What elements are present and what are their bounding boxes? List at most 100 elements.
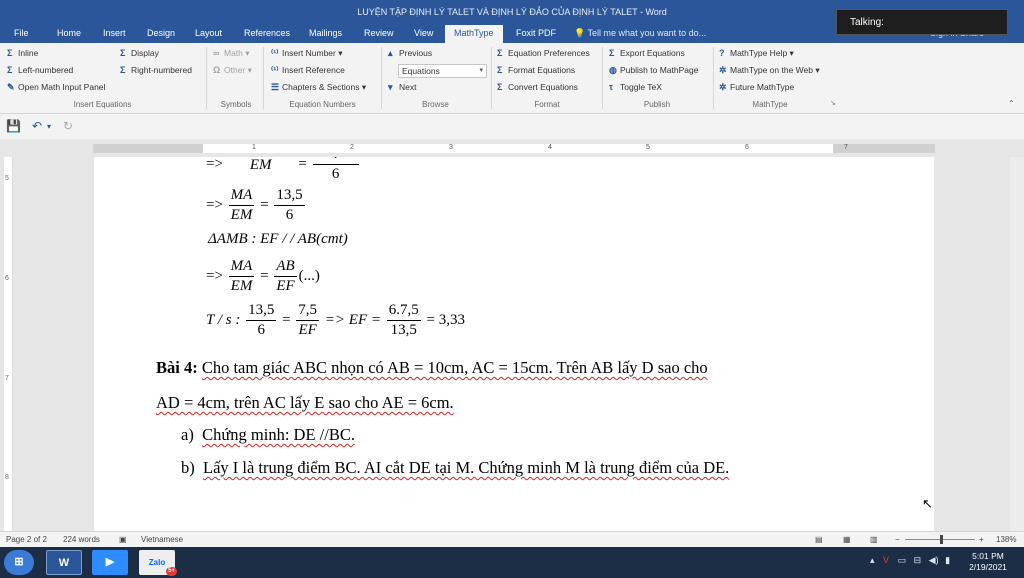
taskbar-zoom[interactable]: ▶	[92, 550, 128, 575]
tray-up-arrow-icon[interactable]: ▴	[870, 555, 875, 565]
ribbon-separator	[491, 47, 492, 109]
print-layout-icon[interactable]: ▦	[843, 535, 851, 544]
convert-equations-button[interactable]: Σ Convert Equations	[497, 82, 578, 92]
toggle-tex-button[interactable]: τ Toggle TeX	[609, 82, 662, 92]
collapse-ribbon-icon[interactable]: ⌃	[1008, 99, 1015, 108]
left-numbered-button[interactable]: Σ Left-numbered	[7, 65, 73, 75]
zoom-level[interactable]: 138%	[996, 535, 1016, 544]
clock[interactable]: 5:01 PM 2/19/2021	[962, 551, 1014, 573]
equation-2: => MA EM = 13,5 6	[206, 186, 307, 225]
inline-label: Inline	[18, 48, 39, 58]
zoom-out-icon[interactable]: −	[895, 535, 900, 544]
numerator: 7,5	[296, 301, 320, 321]
den-text: EM	[249, 157, 272, 173]
dialog-launcher-icon[interactable]: ↘	[830, 99, 836, 107]
tab-view[interactable]: View	[414, 28, 433, 38]
redo-icon[interactable]: ↻	[63, 119, 73, 133]
inline-button[interactable]: Σ Inline	[7, 48, 38, 58]
battery-icon[interactable]: ▭	[898, 555, 907, 565]
tell-me-search[interactable]: 💡 Tell me what you want to do...	[574, 28, 706, 39]
chapters-sections-button[interactable]: ☰ Chapters & Sections ▾	[271, 82, 366, 93]
math-symbols-dropdown[interactable]: ∞ Math ▾	[213, 48, 250, 59]
group-label-browse: Browse	[422, 100, 449, 109]
tab-home[interactable]: Home	[57, 28, 81, 38]
open-math-input-button[interactable]: ✎ Open Math Input Panel	[7, 82, 105, 93]
page-count[interactable]: Page 2 of 2	[6, 535, 47, 544]
taskbar: ⊞ W ▶ Zalo 5+ ▴ V ▭ ⊟ ◀) ▮ 5:01 PM 2/19/…	[0, 547, 1024, 578]
tab-insert[interactable]: Insert	[103, 28, 126, 38]
tab-foxit-pdf[interactable]: Foxit PDF	[516, 28, 556, 38]
list-marker: b)	[181, 458, 195, 477]
previous-button[interactable]: ▴ Previous	[388, 48, 432, 59]
problem-item-a: a) Chứng minh: DE //BC.	[181, 425, 355, 445]
fraction: AB EF	[274, 257, 297, 296]
tab-mailings[interactable]: Mailings	[309, 28, 342, 38]
other-symbols-dropdown[interactable]: Ω Other ▾	[213, 65, 252, 76]
tab-file[interactable]: File	[14, 28, 29, 38]
read-mode-icon[interactable]: ▤	[815, 535, 823, 544]
word-icon: W	[58, 557, 70, 569]
start-button[interactable]: ⊞	[4, 550, 34, 575]
taskbar-zalo[interactable]: Zalo 5+	[139, 550, 177, 576]
network-icon[interactable]: ⊟	[914, 555, 922, 565]
tab-references[interactable]: References	[244, 28, 290, 38]
equation-4: => MA EM = AB EF (...)	[206, 257, 320, 296]
quick-access-toolbar: 💾 ↶ ▾ ↻	[0, 114, 1024, 139]
insert-number-button[interactable]: ⁽¹⁾ Insert Number ▾	[271, 48, 343, 59]
proofing-icon[interactable]: ▣	[119, 535, 127, 544]
zoom-in-icon[interactable]: +	[979, 535, 984, 544]
action-center-icon[interactable]: ▮	[945, 555, 950, 565]
tell-me-text: Tell me what you want to do...	[587, 28, 707, 38]
document-page[interactable]: => EM = .6 => MAEM = 13,56 ΔAMB : EF / /…	[94, 157, 934, 531]
vertical-scrollbar[interactable]	[1010, 157, 1024, 531]
next-button[interactable]: ▾ Next	[388, 82, 416, 93]
problem-item-b: b) Lấy I là trung điểm BC. AI cắt DE tại…	[181, 458, 729, 478]
tab-review[interactable]: Review	[364, 28, 394, 38]
ruler-number: 8	[5, 474, 9, 481]
web-layout-icon[interactable]: ▥	[870, 535, 878, 544]
ruler-text-area	[203, 144, 833, 153]
equation-preferences-button[interactable]: Σ Equation Preferences	[497, 48, 590, 58]
export-equations-button[interactable]: Σ Export Equations	[609, 48, 685, 58]
problem-line-1: Bài 4: Cho tam giác ABC nhọn có AB = 10c…	[156, 358, 708, 378]
publish-mathpage-button[interactable]: ◍ Publish to MathPage	[609, 65, 698, 76]
insert-reference-button[interactable]: ⁽¹⁾ Insert Reference	[271, 65, 345, 76]
mathtype-help-button[interactable]: ? MathType Help ▾	[719, 48, 794, 59]
volume-icon[interactable]: ◀)	[929, 555, 939, 565]
denominator: EF	[298, 322, 317, 338]
taskbar-word[interactable]: W	[46, 550, 82, 575]
ruler-number: 2	[350, 144, 354, 151]
group-label-symbols: Symbols	[220, 100, 252, 109]
globe-icon: ◍	[609, 65, 617, 75]
language[interactable]: Vietnamese	[141, 535, 183, 544]
reference-icon: ⁽¹⁾	[271, 65, 279, 75]
fraction: MA EM	[228, 257, 255, 296]
tab-layout[interactable]: Layout	[195, 28, 222, 38]
equation-mid: => EF =	[324, 311, 381, 328]
talking-overlay: Talking:	[836, 9, 1008, 35]
browse-select[interactable]: Equations ▾	[398, 64, 487, 78]
ruler-number: 6	[745, 144, 749, 151]
convert-equations-label: Convert Equations	[508, 82, 578, 92]
save-icon[interactable]: 💾	[6, 119, 21, 133]
tab-design[interactable]: Design	[147, 28, 175, 38]
undo-icon[interactable]: ↶	[32, 119, 42, 133]
display-button[interactable]: Σ Display	[120, 48, 159, 58]
format-equations-button[interactable]: Σ Format Equations	[497, 65, 575, 75]
sigma-icon: Σ	[7, 65, 13, 75]
zoom-slider-thumb[interactable]	[940, 535, 943, 544]
web-icon: ✲	[719, 65, 727, 75]
mathtype-web-button[interactable]: ✲ MathType on the Web ▾	[719, 65, 820, 76]
equation-result: = 3,33	[426, 311, 465, 328]
horizontal-ruler[interactable]: 1 2 3 4 5 6 7	[93, 144, 935, 153]
equals-sign: =	[282, 311, 291, 328]
right-numbered-button[interactable]: Σ Right-numbered	[120, 65, 192, 75]
word-count[interactable]: 224 words	[63, 535, 100, 544]
tab-mathtype[interactable]: MathType	[445, 25, 503, 43]
vertical-ruler[interactable]: 5 6 7 8	[4, 157, 13, 531]
future-mathtype-button[interactable]: ✲ Future MathType	[719, 82, 794, 93]
tray-app-icon[interactable]: V	[883, 555, 889, 565]
denominator: 6	[257, 322, 265, 338]
undo-dropdown-icon[interactable]: ▾	[47, 122, 51, 131]
problem-text-1: Cho tam giác ABC nhọn có AB = 10cm, AC =…	[201, 358, 708, 377]
